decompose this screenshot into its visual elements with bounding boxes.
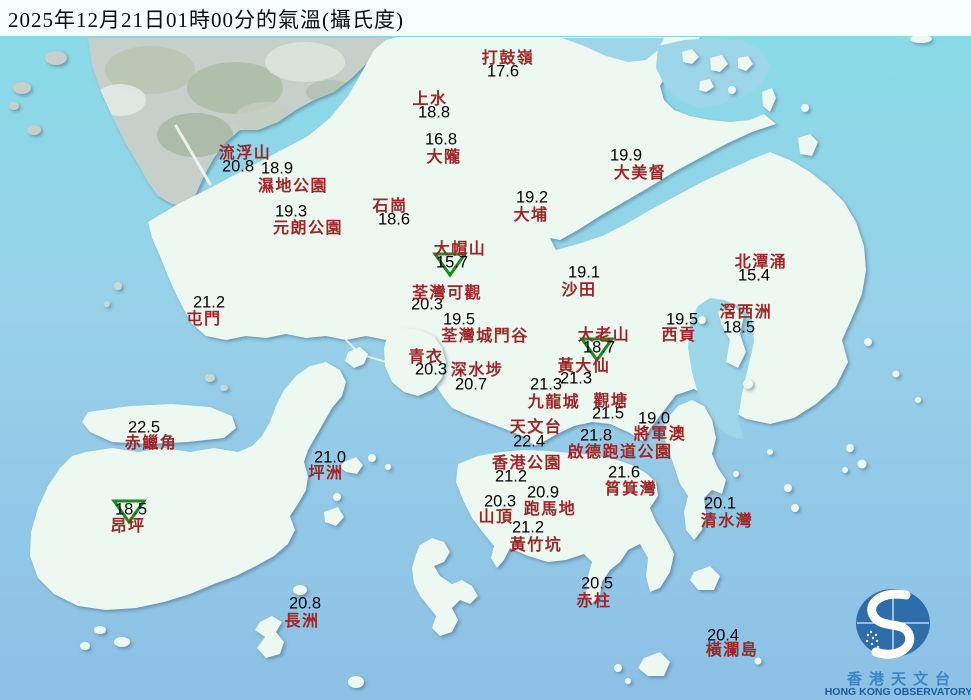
station-name: 上水 [412,91,448,108]
station-name: 跑馬地 [523,501,577,518]
station-name: 九龍城 [527,394,581,411]
station-name: 坪洲 [308,465,344,482]
station-name: 青衣 [408,349,444,366]
station-name: 深水埗 [450,362,504,379]
station-name: 啟德跑道公園 [567,444,673,461]
station-name: 橫瀾島 [705,642,759,659]
station-name: 石崗 [372,198,408,215]
station-name: 大美督 [613,165,667,182]
station-name: 大埔 [513,207,549,224]
station-name: 昂坪 [110,518,146,535]
station-name: 滘西洲 [719,304,773,321]
station-name: 長洲 [284,613,320,630]
station-name: 大隴 [426,149,462,166]
station-name: 香港公園 [491,455,563,472]
station-name: 大老山 [577,327,631,344]
station-name: 沙田 [561,282,597,299]
station-name: 荃灣城門谷 [441,328,529,345]
station-name: 天文台 [509,419,563,436]
station-name: 西貢 [661,327,697,344]
temperature-map-app: 2025年12月21日01時00分的氣溫(攝氏度) 17.6 打鼓嶺 18.8 上水 1… [0,0,971,700]
station-name: 濕地公園 [257,178,329,195]
station-name: 筲箕灣 [604,481,658,498]
station-name: 屯門 [186,311,222,328]
station-name: 打鼓嶺 [481,50,535,67]
station-name: 元朗公園 [272,220,344,237]
hko-name-english: HONG KONG OBSERVATORY [824,686,971,698]
station-name: 北潭涌 [734,254,788,271]
hko-logo: 香港天文台 HONG KONG OBSERVATORY [825,580,971,700]
station-name: 觀塘 [593,393,629,410]
station-name: 赤鱲角 [124,435,178,452]
station-name: 黃大仙 [557,358,611,375]
station-name: 赤柱 [576,593,612,610]
hko-logo-icon [856,589,930,659]
station-name: 清水灣 [700,513,754,530]
station-name: 荃灣可觀 [411,285,483,302]
station-name: 山頂 [478,509,514,526]
station-name: 黃竹坑 [509,537,563,554]
station-name: 大帽山 [433,241,487,258]
